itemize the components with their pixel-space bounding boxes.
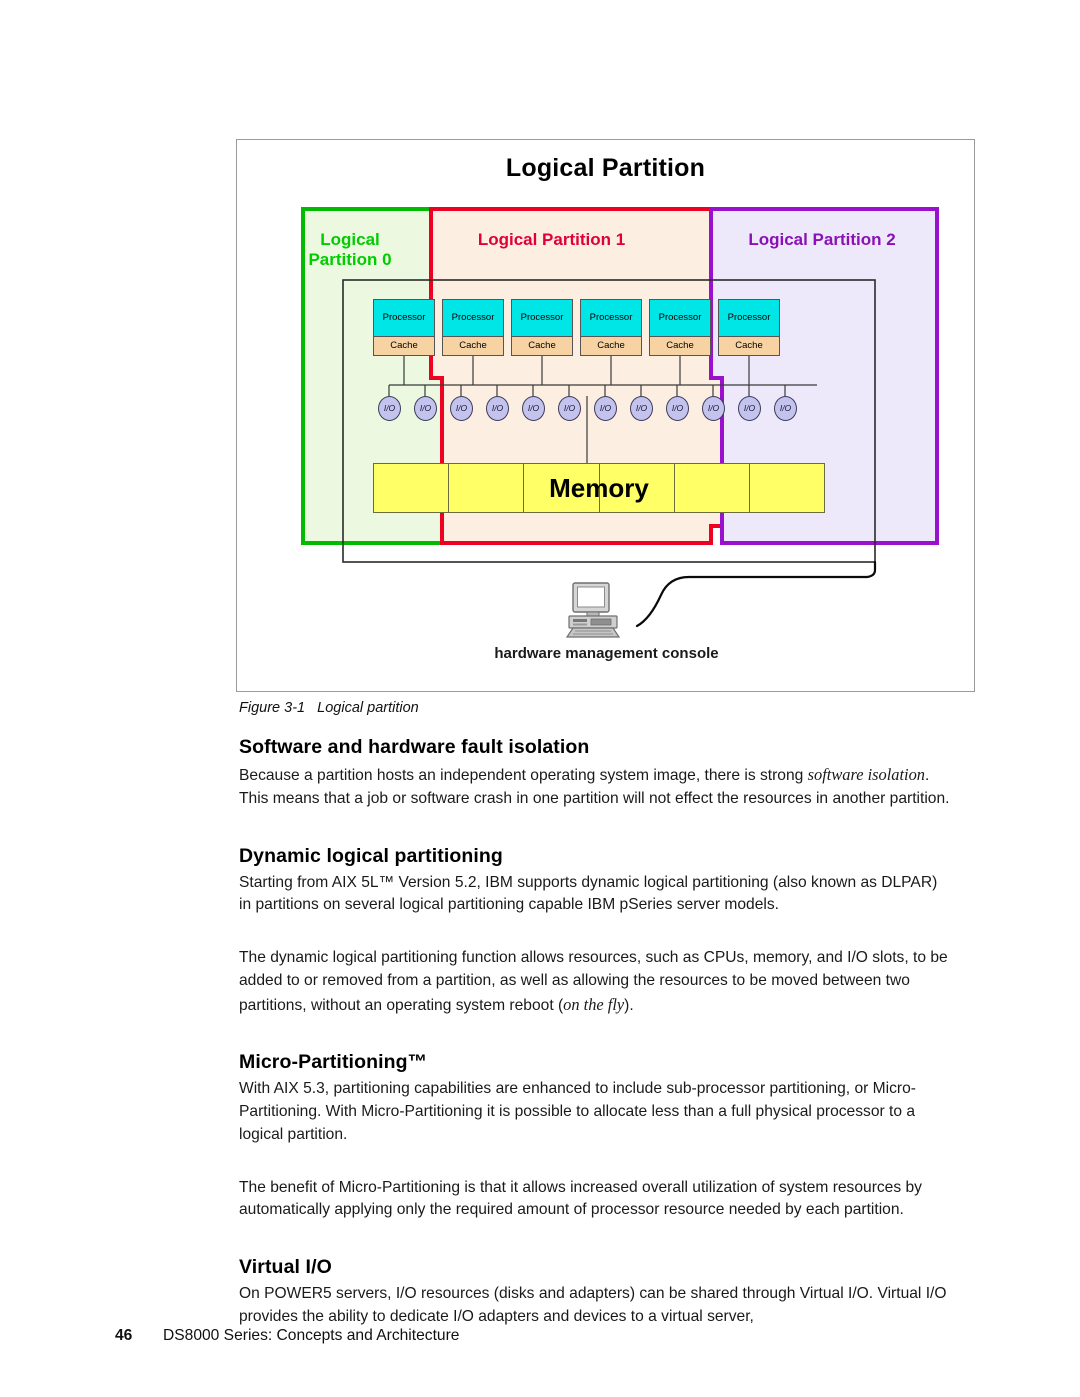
cache-box: Cache bbox=[649, 337, 711, 356]
processor-unit: Processor Cache bbox=[718, 299, 780, 356]
memory-cell bbox=[374, 464, 450, 512]
section-heading-fault-isolation: Software and hardware fault isolation bbox=[239, 736, 590, 758]
logical-partition-diagram: Logical Partition 0 Logical Partition 1 L… bbox=[237, 140, 976, 693]
partition-1-label: Logical Partition 1 bbox=[477, 230, 626, 249]
processor-box: Processor bbox=[511, 299, 573, 337]
processor-unit: Processor Cache bbox=[580, 299, 642, 356]
paragraph-dlpar-1: Starting from AIX 5L™ Version 5.2, IBM s… bbox=[239, 873, 938, 914]
io-port: I/O bbox=[450, 396, 473, 421]
page-footer: 46 DS8000 Series: Concepts and Architect… bbox=[115, 1327, 459, 1345]
io-port: I/O bbox=[630, 396, 653, 421]
io-port: I/O bbox=[702, 396, 725, 421]
page-number: 46 bbox=[115, 1327, 133, 1344]
cache-box: Cache bbox=[580, 337, 642, 356]
paragraph-dlpar-2: The dynamic logical partitioning functio… bbox=[239, 947, 951, 1017]
book-title: DS8000 Series: Concepts and Architecture bbox=[163, 1327, 460, 1344]
cache-box: Cache bbox=[511, 337, 573, 356]
page-content: Software and hardware fault isolation Be… bbox=[239, 736, 951, 1329]
emphasis-on-the-fly: on the fly bbox=[563, 994, 625, 1014]
processor-box: Processor bbox=[649, 299, 711, 337]
cache-box: Cache bbox=[373, 337, 435, 356]
memory-strip bbox=[373, 463, 825, 513]
io-port: I/O bbox=[522, 396, 545, 421]
processor-unit: Processor Cache bbox=[442, 299, 504, 356]
memory-cell bbox=[449, 464, 525, 512]
figure-caption: Figure 3-1 Logical partition bbox=[239, 700, 419, 716]
processor-unit: Processor Cache bbox=[373, 299, 435, 356]
text-run: Because a partition hosts an independent… bbox=[239, 767, 808, 784]
memory-cell bbox=[750, 464, 824, 512]
text-run: ). bbox=[624, 996, 634, 1014]
memory-cell bbox=[675, 464, 750, 512]
memory-cell bbox=[600, 464, 675, 512]
processor-box: Processor bbox=[718, 299, 780, 337]
io-port: I/O bbox=[558, 396, 581, 421]
io-port: I/O bbox=[666, 396, 689, 421]
hardware-management-console-icon bbox=[565, 582, 621, 638]
memory-cell bbox=[524, 464, 600, 512]
section-heading-virtual-io: Virtual I/O bbox=[239, 1256, 332, 1279]
io-port: I/O bbox=[378, 396, 401, 421]
paragraph-virtual-io: On POWER5 servers, I/O resources (disks … bbox=[239, 1285, 947, 1325]
io-port: I/O bbox=[486, 396, 509, 421]
emphasis-software-isolation: software isolation bbox=[807, 765, 925, 784]
partition-2-label: Logical Partition 2 bbox=[748, 230, 896, 249]
figure-container: Logical Partition Logical Partition 0 Lo… bbox=[236, 139, 975, 692]
processor-box: Processor bbox=[442, 299, 504, 337]
paragraph-fault-isolation: Because a partition hosts an independent… bbox=[239, 763, 951, 811]
partition-0-label: Logical Partition 0 bbox=[308, 230, 392, 269]
io-port: I/O bbox=[414, 396, 437, 421]
processor-unit: Processor Cache bbox=[649, 299, 711, 356]
cache-box: Cache bbox=[718, 337, 780, 356]
processor-unit: Processor Cache bbox=[511, 299, 573, 356]
section-heading-dlpar: Dynamic logical partitioning bbox=[239, 844, 503, 867]
paragraph-micro-2: The benefit of Micro-Partitioning is tha… bbox=[239, 1178, 922, 1219]
cache-box: Cache bbox=[442, 337, 504, 356]
processor-box: Processor bbox=[580, 299, 642, 337]
processor-box: Processor bbox=[373, 299, 435, 337]
section-heading-micro-partitioning: Micro-Partitioning™ bbox=[239, 1051, 428, 1074]
io-port: I/O bbox=[738, 396, 761, 421]
paragraph-micro-1: With AIX 5.3, partitioning capabilities … bbox=[239, 1080, 916, 1143]
hmc-caption: hardware management console bbox=[494, 645, 719, 662]
hmc-cable bbox=[635, 560, 877, 628]
io-port: I/O bbox=[594, 396, 617, 421]
io-port: I/O bbox=[774, 396, 797, 421]
